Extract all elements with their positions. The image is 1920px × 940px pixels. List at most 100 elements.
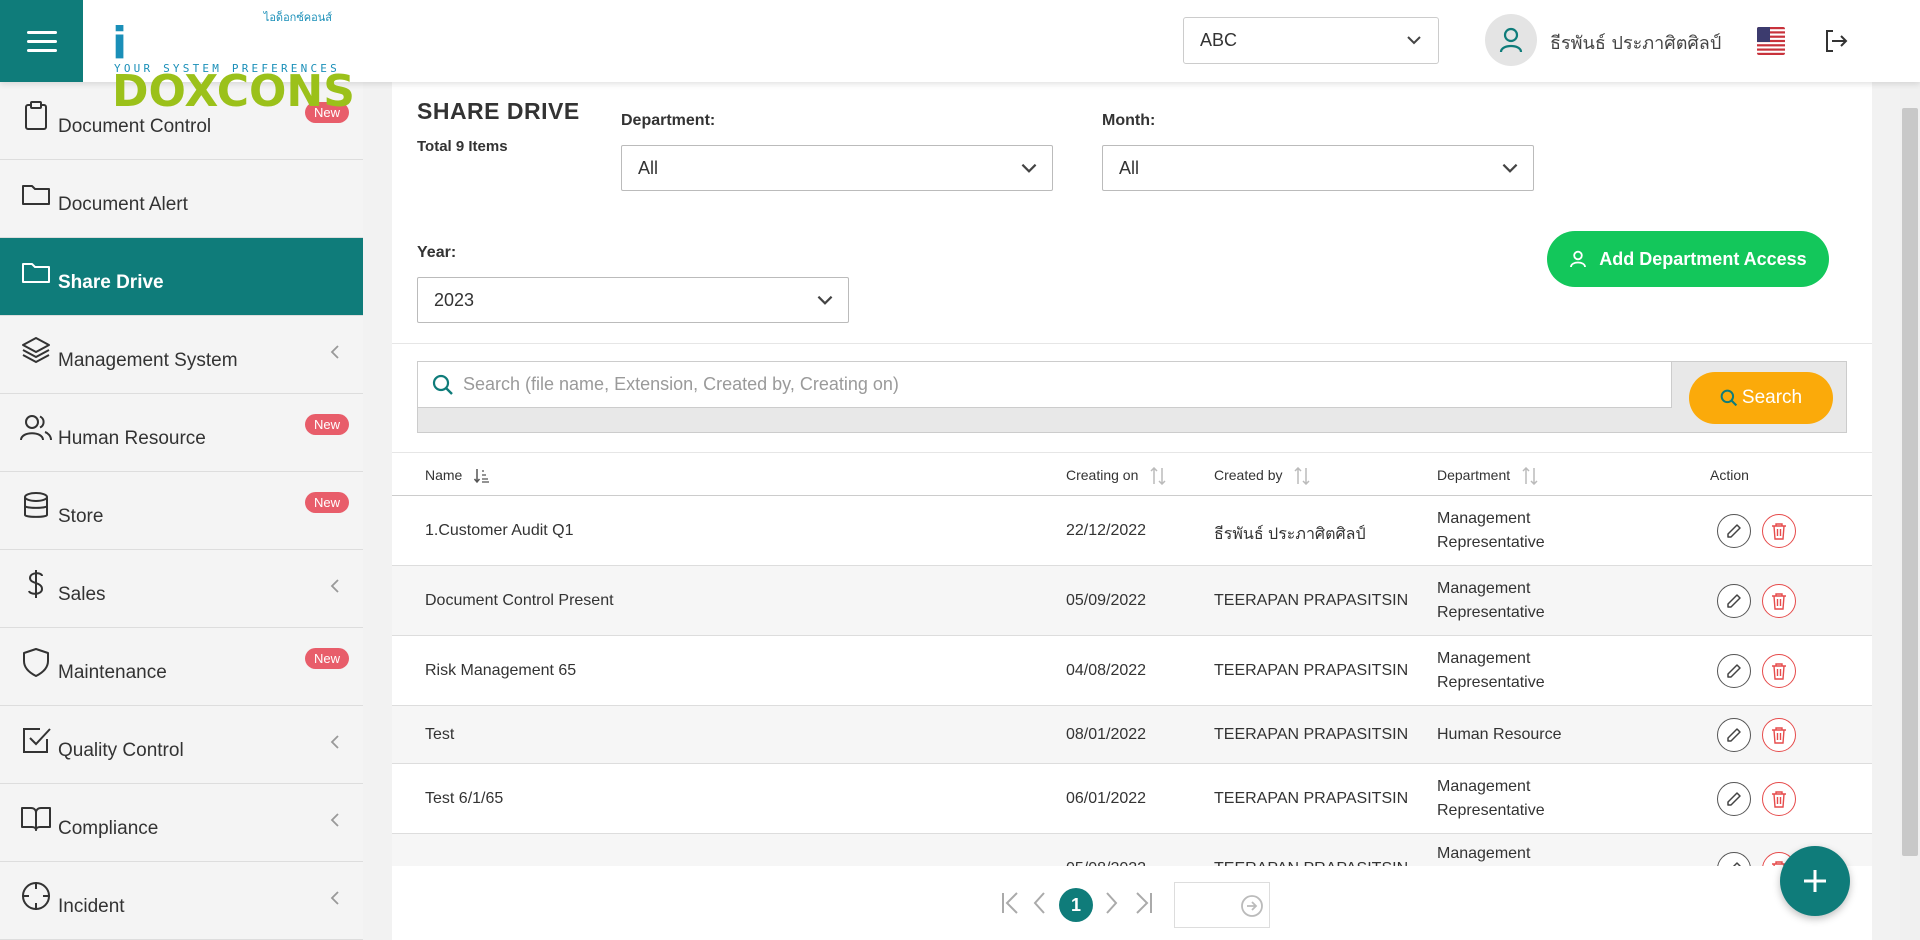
column-name[interactable]: Name: [425, 467, 490, 484]
sidebar-item-incident[interactable]: Incident: [0, 862, 363, 940]
sidebar: Document Control New Document Alert Shar…: [0, 82, 363, 940]
trash-icon: [1772, 593, 1786, 610]
year-select[interactable]: 2023: [417, 277, 849, 323]
cell-creating-on: 04/08/2022: [1066, 662, 1147, 679]
trash-icon: [1772, 663, 1786, 680]
department-line-1: Management: [1437, 510, 1531, 527]
add-file-fab-button[interactable]: [1780, 846, 1850, 916]
page-number-current[interactable]: 1: [1059, 888, 1093, 922]
delete-button[interactable]: [1762, 584, 1796, 618]
sort-desc-icon: [474, 469, 490, 484]
table-row[interactable]: Risk Management 65 04/08/2022 TEERAPAN P…: [392, 636, 1872, 706]
department-select-value: All: [638, 157, 659, 178]
check-square-icon: [23, 728, 51, 753]
scrollbar-thumb[interactable]: [1902, 108, 1918, 856]
edit-button[interactable]: [1717, 718, 1751, 752]
table-row[interactable]: 1.Customer Audit Q1 22/12/2022 ธีรพันธ์ …: [392, 496, 1872, 566]
logout-icon[interactable]: [1823, 28, 1849, 59]
us-flag-icon[interactable]: [1757, 27, 1785, 55]
column-action: Action: [1710, 467, 1749, 483]
department-label: Department:: [621, 112, 716, 129]
cell-name: Risk Management 65: [425, 662, 577, 679]
cell-created-by: TEERAPAN PRAPASITSIN: [1214, 790, 1409, 807]
chevron-down-icon: [1407, 36, 1421, 45]
user-avatar[interactable]: [1485, 14, 1537, 66]
trash-icon: [1772, 727, 1786, 744]
sidebar-item-quality-control[interactable]: Quality Control: [0, 706, 363, 784]
department-line-1: Management: [1437, 778, 1531, 795]
delete-button[interactable]: [1762, 782, 1796, 816]
sidebar-item-human-resource[interactable]: Human Resource New: [0, 394, 363, 472]
search-button[interactable]: Search: [1689, 372, 1833, 424]
cell-department: Human Resource: [1437, 726, 1562, 743]
delete-button[interactable]: [1762, 514, 1796, 548]
prev-page-icon[interactable]: [1032, 890, 1048, 916]
pagination: 1: [392, 866, 1872, 940]
table-row[interactable]: Test 6/1/65 06/01/2022 TEERAPAN PRAPASIT…: [392, 764, 1872, 834]
edit-button[interactable]: [1717, 514, 1751, 548]
cell-department: Management: [1437, 845, 1531, 862]
sidebar-item-share-drive[interactable]: Share Drive: [0, 238, 363, 316]
folder-icon: [22, 185, 50, 205]
sidebar-item-compliance[interactable]: Compliance: [0, 784, 363, 862]
search-input[interactable]: Search (file name, Extension, Created by…: [418, 362, 1672, 408]
total-items: Total 9 Items: [417, 138, 508, 155]
edit-button[interactable]: [1717, 654, 1751, 688]
user-icon: [1570, 250, 1587, 268]
edit-button[interactable]: [1717, 584, 1751, 618]
department-line-2: Representative: [1437, 604, 1545, 621]
chevron-down-icon: [1021, 163, 1037, 173]
sidebar-item-label: Quality Control: [58, 740, 184, 761]
add-department-access-button[interactable]: Add Department Access: [1547, 231, 1829, 287]
trash-icon: [1772, 523, 1786, 540]
user-icon: [1499, 27, 1523, 53]
edit-button[interactable]: [1717, 782, 1751, 816]
cell-creating-on: 05/09/2022: [1066, 592, 1147, 609]
cell-creating-on: 22/12/2022: [1066, 522, 1147, 539]
table-row[interactable]: Test 08/01/2022 TEERAPAN PRAPASITSIN Hum…: [392, 706, 1872, 764]
last-page-icon[interactable]: [1132, 890, 1154, 916]
department-line-1: Management: [1437, 580, 1531, 597]
sidebar-item-maintenance[interactable]: Maintenance New: [0, 628, 363, 706]
sidebar-item-document-alert[interactable]: Document Alert: [0, 160, 363, 238]
department-line-1: Management: [1437, 650, 1531, 667]
column-created-by[interactable]: Created by: [1214, 467, 1310, 486]
cell-created-by: TEERAPAN PRAPASITSIN: [1214, 662, 1409, 679]
sidebar-item-store[interactable]: Store New: [0, 472, 363, 550]
sidebar-item-label: Maintenance: [58, 662, 167, 683]
first-page-icon[interactable]: [1000, 890, 1022, 916]
pencil-icon: [1727, 594, 1741, 608]
users-icon: [20, 415, 52, 441]
hamburger-icon: [26, 28, 57, 55]
cell-name: 1.Customer Audit Q1: [425, 522, 574, 539]
company-select[interactable]: ABC: [1183, 17, 1439, 64]
divider: [392, 343, 1872, 344]
month-select[interactable]: All: [1102, 145, 1534, 191]
delete-button[interactable]: [1762, 654, 1796, 688]
crosshair-icon: [22, 882, 50, 910]
chevron-left-icon: [330, 345, 339, 359]
dollar-icon: [28, 570, 44, 598]
menu-toggle-button[interactable]: [0, 0, 83, 82]
table-row[interactable]: Document Control Present 05/09/2022 TEER…: [392, 566, 1872, 636]
user-name[interactable]: ธีรพันธ์ ประภาศิตศิลป์: [1550, 28, 1721, 57]
database-icon: [24, 492, 48, 518]
sidebar-item-management-system[interactable]: Management System: [0, 316, 363, 394]
department-select[interactable]: All: [621, 145, 1053, 191]
sort-icon: [1294, 467, 1310, 486]
next-page-icon[interactable]: [1103, 890, 1119, 916]
column-creating-on[interactable]: Creating on: [1066, 467, 1166, 486]
cell-department: Management Representative: [1437, 647, 1545, 695]
month-select-value: All: [1119, 157, 1140, 178]
column-department[interactable]: Department: [1437, 467, 1538, 486]
go-arrow-icon[interactable]: [1240, 894, 1264, 918]
app-logo[interactable]: ไอด็อกซ์คอนส์ i DOXCONS YOUR SYSTEM PREF…: [112, 8, 355, 116]
folder-icon: [22, 263, 50, 283]
sidebar-item-sales[interactable]: Sales: [0, 550, 363, 628]
page-title: SHARE DRIVE: [417, 98, 580, 124]
chevron-down-icon: [1502, 163, 1518, 173]
table-header: Name Creating on Created by Department A…: [392, 452, 1872, 496]
chevron-left-icon: [330, 891, 339, 905]
delete-button[interactable]: [1762, 718, 1796, 752]
pencil-icon: [1727, 792, 1741, 806]
